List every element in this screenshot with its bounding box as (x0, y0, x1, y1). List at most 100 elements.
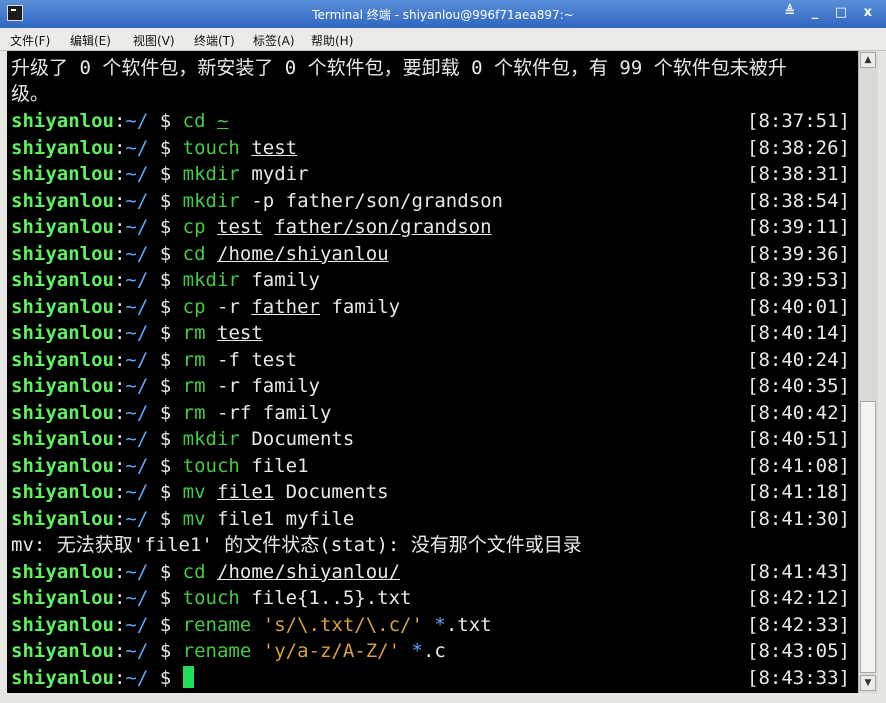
menu-bar: 文件(F) 编辑(E) 视图(V) 终端(T) 标签(A) 帮助(H) (0, 28, 886, 51)
timestamp: [8:42:33] (747, 613, 850, 636)
command-argument: file1 (217, 481, 275, 503)
scroll-thumb[interactable] (860, 401, 876, 673)
timestamp: [8:38:26] (747, 136, 850, 159)
command-name: mkdir (182, 269, 240, 291)
prompt-separator: : (113, 269, 126, 291)
command-argument: .c (422, 640, 446, 662)
output-line: 升级了 0 个软件包，新安装了 0 个软件包，要卸载 0 个软件包，有 99 个… (11, 57, 787, 79)
prompt-symbol: $ (159, 481, 172, 503)
command-argument: -p father/son/grandson (251, 189, 503, 212)
menu-view[interactable]: 视图(V) (133, 32, 175, 49)
command-argument: father/son/grandson (274, 216, 492, 238)
command-argument: -f test (217, 348, 298, 371)
window-controls[interactable]: ≜ _ □ x (784, 5, 878, 20)
menu-tabs[interactable]: 标签(A) (253, 32, 295, 49)
vertical-scrollbar[interactable]: ▲ ▼ (858, 51, 878, 693)
prompt-path: ~/ (125, 507, 149, 530)
prompt-separator: : (113, 454, 126, 477)
prompt-path: ~/ (125, 481, 149, 503)
command-line: shiyanlou:~/ $ cd /home/shiyanlou (11, 241, 389, 267)
prompt-path: ~/ (125, 322, 149, 344)
prompt-separator: : (113, 375, 126, 397)
command-name: mkdir (182, 428, 240, 450)
prompt-user: shiyanlou (11, 613, 114, 636)
prompt-path: ~/ (125, 348, 149, 371)
prompt-symbol: $ (159, 189, 172, 212)
prompt-separator: : (113, 560, 126, 583)
prompt-symbol: $ (159, 163, 172, 185)
command-argument: /home/shiyanlou/ (217, 560, 401, 583)
timestamp: [8:38:31] (747, 163, 850, 185)
prompt-symbol: $ (159, 348, 172, 371)
prompt-path: ~/ (125, 401, 149, 424)
prompt-path: ~/ (125, 587, 149, 609)
prompt-user: shiyanlou (11, 375, 114, 397)
window-bottom-edge (0, 693, 886, 703)
prompt-separator: : (113, 587, 126, 609)
prompt-separator: : (113, 322, 126, 344)
timestamp: [8:37:51] (747, 110, 850, 132)
active-prompt-line[interactable]: shiyanlou:~/ $ (11, 665, 194, 691)
command-line: shiyanlou:~/ $ cp -r father family (11, 294, 400, 320)
prompt-separator: : (113, 401, 126, 424)
command-argument: test (251, 136, 298, 159)
scroll-up-icon[interactable]: ▲ (860, 52, 876, 68)
command-line: shiyanlou:~/ $ cp test father/son/grands… (11, 214, 492, 240)
prompt-symbol: $ (159, 322, 172, 344)
terminal-output[interactable]: 升级了 0 个软件包，新安装了 0 个软件包，要卸载 0 个软件包，有 99 个… (7, 51, 858, 693)
command-argument: father (251, 295, 320, 318)
command-argument: * (411, 640, 423, 662)
prompt-symbol: $ (159, 587, 172, 609)
menu-terminal[interactable]: 终端(T) (194, 32, 235, 49)
prompt-symbol: $ (159, 136, 172, 159)
command-name: rm (182, 375, 206, 397)
timestamp: [8:40:01] (747, 295, 850, 318)
prompt-symbol: $ (159, 613, 172, 636)
prompt-user: shiyanlou (11, 269, 114, 291)
timestamp: [8:40:51] (747, 428, 850, 450)
command-argument: -r (217, 375, 240, 397)
prompt-separator: : (113, 481, 126, 503)
command-argument: family (251, 375, 320, 397)
prompt-separator: : (113, 507, 126, 530)
menu-file[interactable]: 文件(F) (10, 32, 50, 49)
prompt-path: ~/ (125, 428, 149, 450)
prompt-user: shiyanlou (11, 428, 114, 450)
prompt-path: ~/ (125, 560, 149, 583)
prompt-path: ~/ (125, 242, 149, 265)
menu-edit[interactable]: 编辑(E) (70, 32, 111, 49)
command-line: shiyanlou:~/ $ mkdir -p father/son/grand… (11, 188, 503, 214)
command-argument: family (331, 295, 401, 318)
command-argument: file{1..5}.txt (251, 587, 412, 609)
scroll-down-icon[interactable]: ▼ (860, 675, 876, 691)
command-argument: file1 (251, 454, 309, 477)
command-name: touch (182, 454, 240, 477)
command-argument: family (251, 269, 320, 291)
prompt-symbol: $ (159, 428, 172, 450)
command-name: rm (182, 348, 206, 371)
command-line: shiyanlou:~/ $ rm -rf family (11, 400, 331, 426)
title-bar[interactable]: Terminal 终端 - shiyanlou@996f71aea897:~ ≜… (0, 0, 886, 28)
command-argument: -r (217, 295, 240, 318)
prompt-path: ~/ (125, 454, 149, 477)
prompt-symbol: $ (159, 242, 172, 265)
prompt-path: ~/ (125, 666, 149, 689)
timestamp: [8:40:14] (747, 322, 850, 344)
prompt-path: ~/ (125, 110, 149, 132)
timestamp: [8:41:18] (747, 481, 850, 503)
command-name: rename (182, 640, 252, 662)
error-line: mv: 无法获取'file1' 的文件状态(stat): 没有那个文件或目录 (11, 534, 582, 556)
prompt-symbol: $ (159, 110, 172, 132)
prompt-path: ~/ (125, 269, 149, 291)
command-argument: test (217, 322, 263, 344)
terminal-window: Terminal 终端 - shiyanlou@996f71aea897:~ ≜… (0, 0, 886, 703)
timestamp: [8:43:05] (747, 640, 850, 662)
command-line: shiyanlou:~/ $ mkdir Documents (11, 426, 354, 452)
prompt-user: shiyanlou (11, 110, 114, 132)
prompt-symbol: $ (159, 640, 172, 662)
prompt-separator: : (113, 110, 126, 132)
timestamp: [8:40:42] (747, 401, 850, 424)
prompt-path: ~/ (125, 216, 149, 238)
menu-help[interactable]: 帮助(H) (311, 32, 353, 49)
command-argument: file1 myfile (217, 507, 355, 530)
